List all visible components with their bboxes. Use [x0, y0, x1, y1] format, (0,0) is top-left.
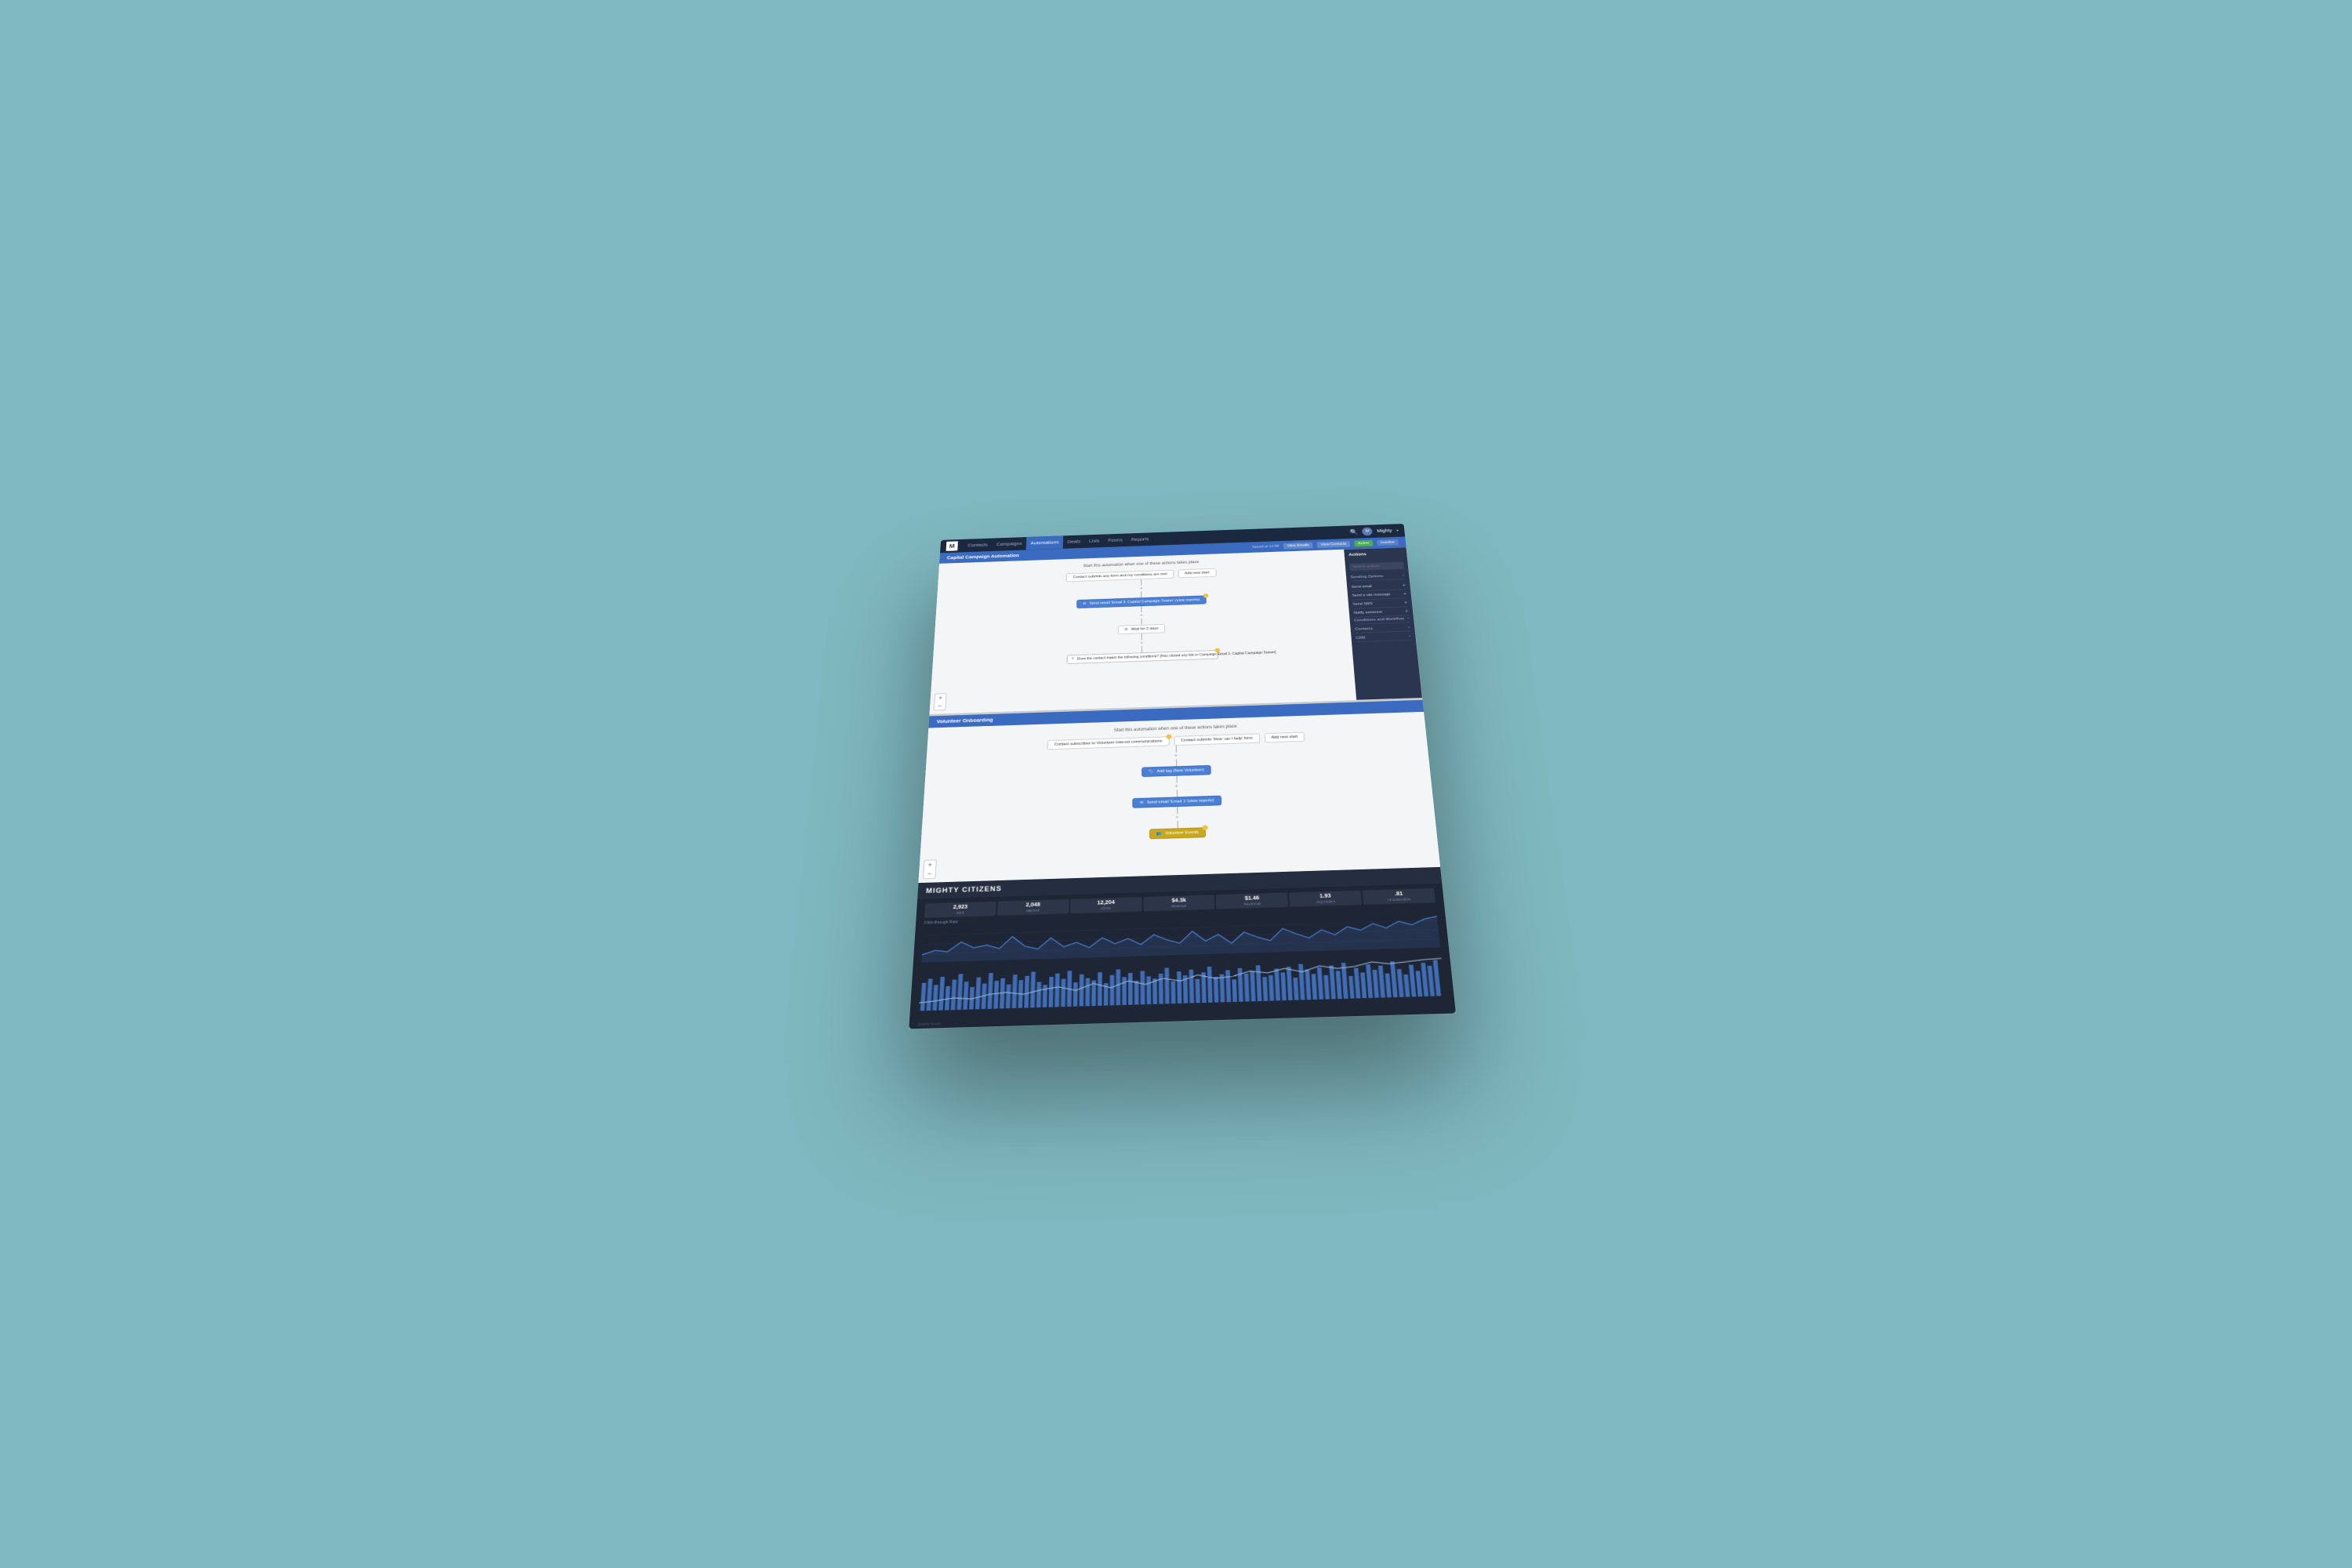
- nav-deals[interactable]: Deals: [1063, 535, 1085, 548]
- flow2-add-start[interactable]: Add new start: [1264, 732, 1305, 743]
- zoom2-in-button[interactable]: +: [924, 860, 936, 869]
- flow2-connector-4: [1176, 789, 1177, 797]
- stat-clicks-label: Clicks: [1073, 906, 1138, 911]
- flow-node-wait[interactable]: ⏱ Wait for 2 days: [1118, 624, 1165, 634]
- nav-forms[interactable]: Forms: [1104, 533, 1127, 547]
- flow2-trigger1[interactable]: Contact subscribes to Volunteer Interest…: [1047, 736, 1170, 750]
- stat-sent: 2,923 Sent: [924, 902, 996, 918]
- crm-section[interactable]: CRM −: [1356, 633, 1411, 642]
- add-icon: +: [1402, 583, 1406, 588]
- flow2-send-email[interactable]: ✉ Send email 'Email 1' (view reports): [1133, 796, 1221, 808]
- navbar-right: 🔍 M Mighty ▾: [1349, 526, 1399, 536]
- nav-reports[interactable]: Reports: [1127, 532, 1153, 546]
- email2-icon: ✉: [1140, 800, 1143, 805]
- flow2-connector-5: [1177, 807, 1178, 814]
- contacts-section[interactable]: Contacts −: [1355, 625, 1410, 633]
- nav-lists[interactable]: Lists: [1084, 535, 1104, 548]
- view-contacts-button[interactable]: View Contacts: [1317, 541, 1351, 548]
- stat-rev-email: $1.46 Rev/Email: [1216, 893, 1288, 909]
- conditions-section[interactable]: Conditions and Workflow −: [1354, 615, 1410, 624]
- flow-connector-3: [1141, 606, 1142, 612]
- flow-plus-1[interactable]: +: [1139, 586, 1142, 592]
- collapse-icon: −: [1407, 626, 1410, 630]
- collapse-icon: −: [1403, 574, 1406, 578]
- flow2-connector-2: [1176, 759, 1177, 766]
- volunteer-icon: 👥: [1156, 832, 1161, 837]
- nav-campaigns[interactable]: Campaigns: [992, 537, 1026, 551]
- panel-middle: Volunteer Onboarding Start this automati…: [918, 699, 1440, 883]
- tag-icon: 🏷: [1149, 770, 1153, 775]
- zoom-controls2: + −: [923, 859, 937, 879]
- flow2-connector-1: [1175, 746, 1176, 753]
- nav-automations[interactable]: Automations: [1026, 535, 1063, 550]
- flow2-add-tag[interactable]: 🏷 Add tag (New Volunteer): [1142, 765, 1211, 777]
- zoom-controls: + −: [934, 693, 947, 710]
- flow-badge-2: [1214, 648, 1220, 653]
- perspective-container: M Contacts Campaigns Automations Deals L…: [314, 118, 2038, 1450]
- flow2-plus-2[interactable]: +: [1174, 782, 1178, 789]
- flow-connector-2: [1141, 591, 1142, 597]
- actions-sidebar: Actions Sending Options − Send email + S…: [1344, 547, 1422, 700]
- collapse-icon: −: [1409, 634, 1412, 638]
- panel-bottom: MIGHTY CITIZENS 2,923 Sent 2,048 Opened …: [909, 867, 1456, 1029]
- flow-plus-2[interactable]: +: [1140, 612, 1144, 619]
- stat-opened-label: Opened: [1000, 908, 1065, 913]
- flow-node-trigger[interactable]: Contact submits any form and my conditio…: [1066, 570, 1174, 583]
- avatar: M: [1362, 527, 1373, 535]
- inactive-button[interactable]: Inactive: [1377, 539, 1399, 546]
- view-emails-button[interactable]: View Emails: [1283, 543, 1313, 550]
- actions-search-input[interactable]: [1349, 562, 1404, 572]
- flow2-plus-3[interactable]: +: [1175, 814, 1179, 821]
- saved-info: Saved at 12:08: [1252, 545, 1279, 550]
- automation-body2: Start this automation when one of these …: [918, 712, 1440, 883]
- add-icon: +: [1404, 600, 1408, 605]
- chevron-down-icon: ▾: [1396, 528, 1399, 532]
- canvas-area: Start this automation when one of these …: [930, 550, 1357, 714]
- stat-unsub: .81 Unsubscribes: [1363, 888, 1436, 905]
- actions-title: Actions: [1348, 551, 1403, 557]
- flow2-badge-2: [1203, 825, 1208, 830]
- flow-node-condition[interactable]: ? Does the contact match the following c…: [1066, 650, 1218, 664]
- zoom-in-button[interactable]: +: [935, 694, 946, 702]
- zoom-out-button[interactable]: −: [935, 702, 946, 710]
- flow-connector-1: [1141, 579, 1142, 586]
- stat-avg-orders-label: Avg Orders: [1293, 898, 1359, 904]
- flow2-connector-3: [1176, 776, 1177, 783]
- flow-container: Contact submits any form and my conditio…: [940, 564, 1345, 668]
- flow2-plus-1[interactable]: +: [1174, 753, 1178, 760]
- canvas-area2: Contact subscribes to Volunteer Interest…: [929, 728, 1428, 846]
- flow-plus-3[interactable]: +: [1140, 640, 1144, 646]
- flow2-trigger2[interactable]: Contact submits 'How can I help' form: [1174, 733, 1260, 746]
- stat-clicks: 12,204 Clicks: [1070, 897, 1142, 913]
- stat-opened: 2,048 Opened: [997, 899, 1069, 916]
- volunteer-onboarding-title: Volunteer Onboarding: [937, 717, 993, 724]
- flow-node-add-start[interactable]: Add new start: [1178, 568, 1217, 578]
- search-icon[interactable]: 🔍: [1349, 528, 1358, 535]
- book-wrapper: M Contacts Campaigns Automations Deals L…: [909, 524, 1456, 1029]
- app-logo: M: [946, 541, 958, 550]
- automation-body: Start this automation when one of these …: [930, 547, 1423, 714]
- email-icon: ✉: [1083, 602, 1086, 606]
- add-icon: +: [1405, 608, 1409, 614]
- automation-title: Capital Campaign Automation: [947, 554, 1019, 561]
- active-button[interactable]: Active: [1354, 540, 1373, 546]
- collapse-icon: −: [1406, 617, 1410, 621]
- stat-revenue: $4.3k Revenue: [1143, 895, 1215, 911]
- add-icon: +: [1403, 591, 1406, 597]
- condition-icon: ?: [1072, 658, 1074, 662]
- stat-avg-orders: 1.93 Avg Orders: [1289, 891, 1362, 907]
- flow-badge-1: [1203, 593, 1209, 598]
- quality-score-label: Quality Score: [917, 1022, 941, 1026]
- sending-options-section[interactable]: Sending Options −: [1350, 572, 1405, 581]
- flow2-volunteer-events[interactable]: 👥 Volunteer Events: [1149, 827, 1206, 839]
- flow2-connector-6: [1177, 821, 1178, 828]
- panel-top: M Contacts Campaigns Automations Deals L…: [929, 524, 1422, 716]
- nav-contacts[interactable]: Contacts: [964, 539, 993, 553]
- flow2-badge-1: [1166, 735, 1171, 739]
- zoom2-out-button[interactable]: −: [924, 869, 935, 879]
- stat-revenue-label: Revenue: [1146, 903, 1211, 909]
- username-label: Mighty: [1377, 528, 1392, 533]
- clock-icon: ⏱: [1125, 628, 1128, 632]
